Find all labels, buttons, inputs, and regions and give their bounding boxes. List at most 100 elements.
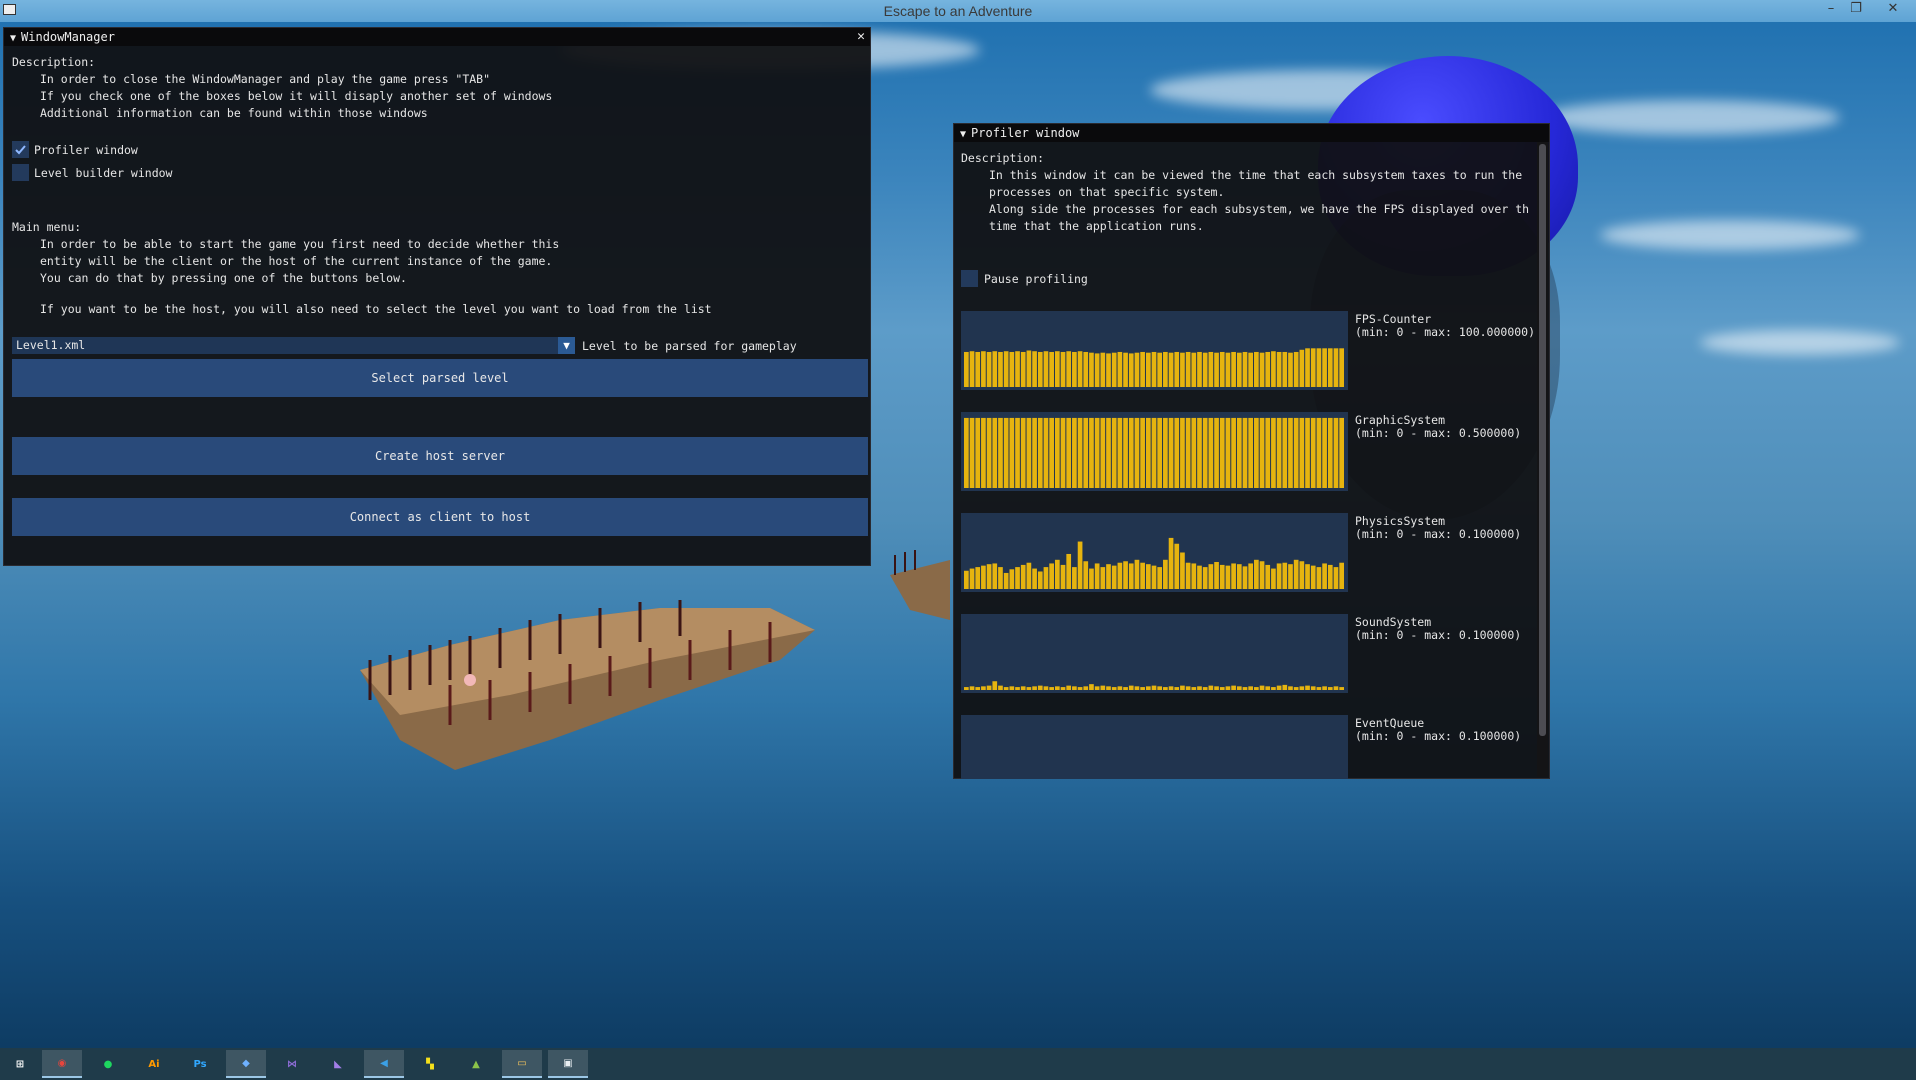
plot-bar — [1322, 563, 1327, 589]
plot-bar — [1316, 417, 1322, 488]
close-icon[interactable]: ✕ — [1882, 1, 1904, 19]
minimize-icon[interactable]: – — [1820, 1, 1842, 19]
plot-bar — [1032, 351, 1037, 387]
plot-bar — [1225, 417, 1231, 488]
create-host-server-button[interactable]: Create host server — [12, 437, 868, 475]
photoshop-icon: Ps — [193, 1058, 207, 1070]
chevron-down-icon[interactable]: ▼ — [558, 337, 575, 354]
plot-eventqueue[interactable] — [961, 715, 1348, 779]
plot-bar — [1276, 685, 1282, 690]
plot-bar — [1134, 686, 1140, 690]
visual-studio-2-icon: ◣ — [334, 1058, 342, 1070]
taskbar-item-photoshop[interactable]: Ps — [180, 1050, 220, 1078]
plot-bar — [1231, 417, 1236, 488]
app-title: Escape to an Adventure — [883, 3, 1033, 19]
plot-bar — [1003, 687, 1009, 690]
plot-bar — [1134, 559, 1140, 589]
plot-bar — [1231, 563, 1236, 589]
plot-bar — [1231, 351, 1236, 387]
plot-bar — [998, 685, 1003, 690]
plot-bar — [1003, 351, 1009, 387]
plot-bar — [1140, 562, 1145, 589]
restore-icon[interactable]: ❐ — [1845, 1, 1867, 19]
plot-bar — [1254, 417, 1259, 488]
plot-bar — [1282, 562, 1288, 589]
plot-bars — [964, 681, 1344, 690]
window-manager: ▼ WindowManager ✕ Description: In order t… — [3, 27, 871, 566]
taskbar-item-visual-studio[interactable]: ⋈ — [272, 1050, 312, 1078]
plot-bar — [1100, 685, 1106, 690]
plot-bar — [1248, 563, 1254, 589]
profiler-title-bar[interactable]: ▼ Profiler window — [954, 124, 1549, 142]
plot-physicssystem[interactable] — [961, 513, 1348, 592]
taskbar-item-pycharm[interactable]: ▚ — [410, 1050, 450, 1078]
plot-bar — [986, 685, 992, 690]
plot-bar — [992, 417, 998, 488]
plot-bar — [1037, 685, 1043, 690]
scrollbar-grab[interactable] — [1539, 144, 1546, 736]
level-select-combo[interactable]: Level1.xml ▼ — [12, 337, 575, 354]
plot-bar — [1271, 417, 1276, 488]
plot-bar — [1288, 417, 1293, 488]
plot-bar — [1271, 568, 1276, 589]
collapse-triangle-icon[interactable]: ▼ — [960, 126, 966, 144]
taskbar-item-chrome[interactable]: ◉ — [42, 1050, 82, 1078]
taskbar: ⊞ ◉ ● Ai Ps ◆ ⋈ ◣ ◀ ▚ ▲ ▭ ▣ — [0, 1048, 1916, 1080]
plot-bar — [1214, 417, 1219, 488]
cloud — [1700, 330, 1900, 355]
description-line: Along side the processes for each subsys… — [989, 202, 1530, 216]
description-label: Description: — [961, 151, 1045, 165]
pause-profiling-checkbox[interactable] — [961, 270, 978, 287]
plot-bar — [1111, 565, 1117, 589]
taskbar-item-game-window[interactable]: ▣ — [548, 1050, 588, 1078]
taskbar-item-android[interactable]: ▲ — [456, 1050, 496, 1078]
description-line: processes on that specific system. — [989, 185, 1225, 199]
profiler-window-checkbox[interactable] — [12, 141, 29, 158]
profiler-scrollbar[interactable] — [1537, 142, 1548, 777]
plot-graphicsystem[interactable] — [961, 412, 1348, 491]
plot-bar — [1003, 572, 1009, 589]
taskbar-item-sourcetree[interactable]: ◆ — [226, 1050, 266, 1078]
connect-as-client-button[interactable]: Connect as client to host — [12, 498, 868, 536]
plot-bar — [1151, 351, 1157, 387]
plot-bar — [1145, 417, 1151, 488]
plot-bar — [1327, 564, 1333, 589]
plot-bar — [1197, 565, 1202, 589]
plot-fps-counter[interactable] — [961, 311, 1348, 390]
plot-bar — [1293, 687, 1299, 690]
plot-bar — [1242, 566, 1248, 589]
plot-soundsystem[interactable] — [961, 614, 1348, 693]
plot-bar — [1163, 687, 1168, 690]
taskbar-item-vscode[interactable]: ◀ — [364, 1050, 404, 1078]
plot-bars — [961, 715, 1348, 779]
profiler-window-label: Profiler window — [34, 143, 138, 157]
plot-range: (min: 0 - max: 100.000000) — [1355, 325, 1536, 339]
collapse-triangle-icon[interactable]: ▼ — [10, 30, 16, 48]
plot-bar — [998, 567, 1003, 589]
plot-bar — [1049, 351, 1054, 387]
plot-bar — [1049, 417, 1054, 488]
plot-bar — [1020, 417, 1026, 488]
plot-bar — [1032, 686, 1037, 690]
taskbar-item-explorer[interactable]: ▭ — [502, 1050, 542, 1078]
level-builder-window-checkbox[interactable] — [12, 164, 29, 181]
plot-bar — [1072, 417, 1077, 488]
plot-bar — [1225, 565, 1231, 589]
close-icon[interactable]: ✕ — [857, 28, 865, 46]
plot-bar — [981, 417, 986, 488]
plot-bar — [1066, 351, 1072, 387]
plot-bar — [1026, 417, 1032, 488]
plot-bar — [1168, 352, 1174, 387]
taskbar-item-illustrator[interactable]: Ai — [134, 1050, 174, 1078]
plot-bar — [1128, 685, 1134, 690]
select-parsed-level-button[interactable]: Select parsed level — [12, 359, 868, 397]
plot-bar — [1145, 686, 1151, 690]
plot-bar — [1288, 686, 1293, 690]
plot-bar — [1049, 563, 1054, 589]
taskbar-item-visual-studio-2[interactable]: ◣ — [318, 1050, 358, 1078]
plot-bar — [1106, 686, 1111, 690]
taskbar-item-spotify[interactable]: ● — [88, 1050, 128, 1078]
window-manager-title-bar[interactable]: ▼ WindowManager ✕ — [4, 28, 870, 46]
plot-bar — [1140, 687, 1145, 690]
taskbar-item-start[interactable]: ⊞ — [0, 1050, 40, 1078]
